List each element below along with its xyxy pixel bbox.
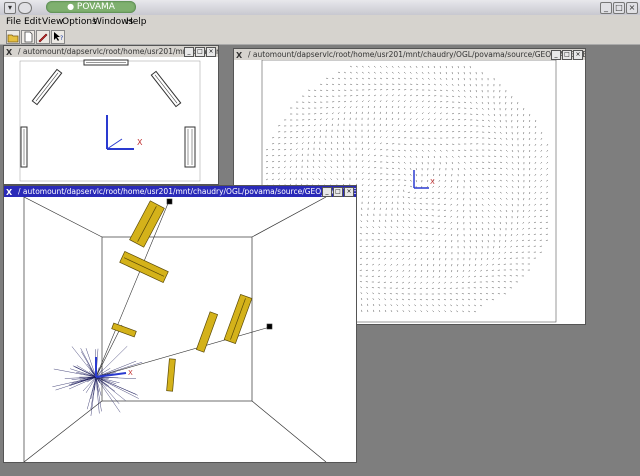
window-title: / automount/dapservlc/root/home/usr201/m… <box>248 50 585 59</box>
window-minimize-button[interactable]: _ <box>184 47 194 57</box>
sticky-button[interactable] <box>18 2 32 14</box>
window-maximize-button[interactable]: □ <box>195 47 205 57</box>
app-title: ● POVAMA <box>46 1 136 13</box>
new-document-icon[interactable] <box>21 30 35 44</box>
close-button[interactable]: × <box>626 2 638 14</box>
particle-burst <box>52 346 143 417</box>
x-window-icon: X <box>6 188 13 197</box>
svg-text:?: ? <box>60 35 63 42</box>
window-title-bar[interactable]: X / automount/dapservlc/root/home/usr201… <box>234 49 585 60</box>
x-window-icon: X <box>236 51 243 60</box>
window-menu-button[interactable]: ▾ <box>4 2 16 14</box>
window-close-button[interactable]: × <box>573 50 583 60</box>
menubar: File Edit View Options Windows Help <box>0 15 640 29</box>
window-minimize-button[interactable]: _ <box>322 187 332 197</box>
pencil-icon[interactable] <box>36 30 50 44</box>
toolbar: ? <box>0 29 640 45</box>
event-canvas[interactable]: X <box>4 196 356 463</box>
maximize-button[interactable]: □ <box>613 2 625 14</box>
x-axis-label: X <box>430 178 435 186</box>
burst-tracks <box>52 346 143 417</box>
app-title-bar: ▾ ● POVAMA _ □ × <box>0 0 640 16</box>
menu-file[interactable]: File <box>6 16 21 28</box>
event-view-window[interactable]: X / automount/dapservlc/root/home/usr201… <box>3 185 357 463</box>
app-logo-icon: ● <box>67 2 75 11</box>
event-drawing: X <box>23 196 327 463</box>
menu-help[interactable]: Help <box>126 16 147 28</box>
help-cursor-icon[interactable]: ? <box>51 30 65 44</box>
minimize-button[interactable]: _ <box>600 2 612 14</box>
menu-options[interactable]: Options <box>62 16 97 28</box>
detector-module-upper-right <box>150 70 182 108</box>
x-axis-label: X <box>128 369 133 377</box>
window-controls: _ □ × <box>551 50 583 60</box>
menu-view[interactable]: View <box>42 16 63 28</box>
window-minimize-button[interactable]: _ <box>551 50 561 60</box>
field-axis-gizmo: X <box>413 170 435 189</box>
window-title: / automount/dapservlc/root/home/usr201/m… <box>18 187 356 196</box>
detector-module-top <box>83 59 129 66</box>
geometry-drawing: X <box>19 59 201 182</box>
window-title-bar[interactable]: X / automount/dapservlc/root/home/usr201… <box>4 186 356 197</box>
window-close-button[interactable]: × <box>344 187 354 197</box>
x-window-icon: X <box>6 48 13 57</box>
open-folder-icon[interactable] <box>6 30 20 44</box>
geometry-canvas[interactable]: X <box>4 57 218 184</box>
track-lines <box>95 198 273 378</box>
detector-module-upper-left <box>31 68 63 106</box>
geometry-view-window[interactable]: X / automount/dapservlc/root/home/usr201… <box>3 45 219 185</box>
x-axis-label: X <box>137 138 143 147</box>
app-title-text: POVAMA <box>76 2 115 12</box>
menu-edit[interactable]: Edit <box>24 16 41 28</box>
window-controls: _ □ × <box>184 47 216 57</box>
window-close-button[interactable]: × <box>206 47 216 57</box>
window-title-bar[interactable]: X / automount/dapservlc/root/home/usr201… <box>4 46 218 57</box>
detector-module-left <box>20 126 28 168</box>
window-maximize-button[interactable]: □ <box>333 187 343 197</box>
window-controls: _ □ × <box>322 187 354 197</box>
axis-gizmo: X <box>106 115 143 150</box>
detector-module-right <box>184 126 196 168</box>
window-maximize-button[interactable]: □ <box>562 50 572 60</box>
room-box <box>23 196 327 463</box>
